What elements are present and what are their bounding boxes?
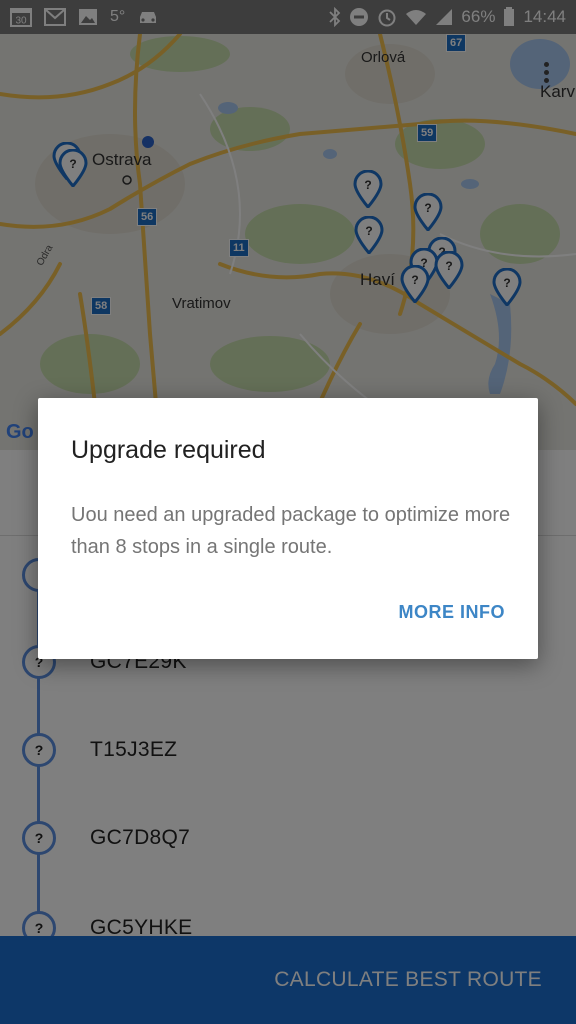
dialog-title: Upgrade required xyxy=(71,436,266,464)
more-info-button[interactable]: MORE INFO xyxy=(399,602,506,623)
upgrade-required-dialog: Upgrade required Uou need an upgraded pa… xyxy=(38,398,538,659)
dialog-message: Uou need an upgraded package to optimize… xyxy=(71,504,511,558)
